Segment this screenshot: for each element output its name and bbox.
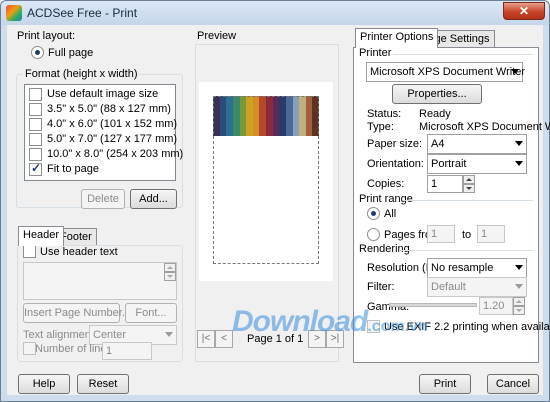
header-text-scroll[interactable] xyxy=(164,263,176,281)
paper-size-select[interactable]: A4 xyxy=(427,134,527,154)
gamma-spinner[interactable] xyxy=(513,297,525,315)
print-dialog-window: ACDSee Free - Print ✕ Print layout: Full… xyxy=(0,0,550,402)
cancel-button[interactable]: Cancel xyxy=(487,374,539,394)
header-text-area[interactable] xyxy=(23,262,177,300)
download-watermark: Download.com.vn xyxy=(232,305,428,338)
type-value: Microsoft XPS Document Writer xyxy=(419,121,550,133)
copies-spinner[interactable] xyxy=(463,175,475,193)
range-all-label: All xyxy=(384,208,397,220)
chevron-down-icon xyxy=(165,332,173,337)
print-area-outline xyxy=(213,96,319,264)
chevron-down-icon xyxy=(515,265,523,270)
full-page-label: Full page xyxy=(48,47,94,59)
status-label: Status: xyxy=(367,108,402,120)
status-value: Ready xyxy=(419,108,451,120)
text-alignment-label: Text alignment: xyxy=(23,329,97,341)
chevron-down-icon xyxy=(515,141,523,146)
filter-label: Filter: xyxy=(367,281,395,293)
first-page-button[interactable]: |< xyxy=(197,330,215,348)
print-layout-label: Print layout: xyxy=(17,30,76,42)
format-checkbox[interactable] xyxy=(29,88,42,101)
reset-button[interactable]: Reset xyxy=(77,374,129,394)
orientation-label: Orientation: xyxy=(367,158,424,170)
preview-page xyxy=(199,82,333,281)
range-all-radio[interactable] xyxy=(367,207,380,220)
window-title: ACDSee Free - Print xyxy=(27,6,138,20)
insert-page-number-button[interactable]: Insert Page Number... xyxy=(23,303,131,323)
tab-printer-options[interactable]: Printer Options xyxy=(355,28,439,48)
use-header-label: Use header text xyxy=(40,246,118,258)
range-pages-radio[interactable] xyxy=(367,228,380,241)
format-checkbox[interactable] xyxy=(29,148,42,161)
print-button[interactable]: Print xyxy=(419,374,471,394)
previous-page-button[interactable]: < xyxy=(215,330,233,348)
copies-input[interactable]: 1 xyxy=(427,175,463,193)
format-checkbox[interactable] xyxy=(29,103,42,116)
resolution-select[interactable]: No resample xyxy=(427,258,527,278)
printer-section-label: Printer xyxy=(359,47,392,59)
pages-to-label: to xyxy=(462,229,472,241)
checkmark-icon: ✓ xyxy=(31,161,42,175)
format-checkbox[interactable]: ✓ xyxy=(29,161,42,176)
tab-header[interactable]: Header xyxy=(18,226,65,246)
rendering-divider xyxy=(399,250,533,251)
spin-up-icon[interactable] xyxy=(463,175,475,184)
pages-from-input[interactable]: 1 xyxy=(427,225,455,243)
number-of-lines-input[interactable]: 1 xyxy=(102,342,152,360)
format-checkbox[interactable] xyxy=(29,133,42,146)
paper-size-label: Paper size: xyxy=(367,138,423,150)
pages-to-input[interactable]: 1 xyxy=(477,225,505,243)
printer-select[interactable]: Microsoft XPS Document Writer xyxy=(366,62,525,82)
font-button[interactable]: Font... xyxy=(125,303,177,323)
copies-label: Copies: xyxy=(367,178,405,190)
printer-divider xyxy=(393,54,533,55)
format-checkbox[interactable] xyxy=(29,118,42,131)
chevron-down-icon xyxy=(511,69,519,74)
gamma-input[interactable]: 1.20 xyxy=(479,297,513,315)
orientation-select[interactable]: Portrait xyxy=(427,154,527,174)
filter-select[interactable]: Default xyxy=(427,277,527,297)
add-format-button[interactable]: Add... xyxy=(130,189,177,209)
format-list[interactable]: Use default image size 3.5" x 5.0" (88 x… xyxy=(24,84,183,181)
help-button[interactable]: Help xyxy=(18,374,70,394)
print-range-divider xyxy=(403,200,533,201)
close-window-button[interactable]: ✕ xyxy=(503,2,545,20)
dialog-body: Print layout: Full page Format (height x… xyxy=(7,25,550,395)
format-label: Format (height x width) xyxy=(23,68,140,80)
chevron-down-icon xyxy=(515,161,523,166)
rendering-label: Rendering xyxy=(359,243,410,255)
delete-format-button[interactable]: Delete xyxy=(81,189,125,209)
printer-properties-button[interactable]: Properties... xyxy=(392,84,482,104)
spin-down-icon[interactable] xyxy=(463,184,475,193)
chevron-down-icon xyxy=(515,284,523,289)
use-header-checkbox[interactable] xyxy=(23,245,36,258)
acdsee-app-icon xyxy=(6,5,22,21)
title-bar[interactable]: ACDSee Free - Print ✕ xyxy=(1,1,549,25)
full-page-radio[interactable] xyxy=(31,46,44,59)
preview-label: Preview xyxy=(197,30,237,42)
type-label: Type: xyxy=(367,121,394,133)
print-range-label: Print range xyxy=(359,193,413,205)
